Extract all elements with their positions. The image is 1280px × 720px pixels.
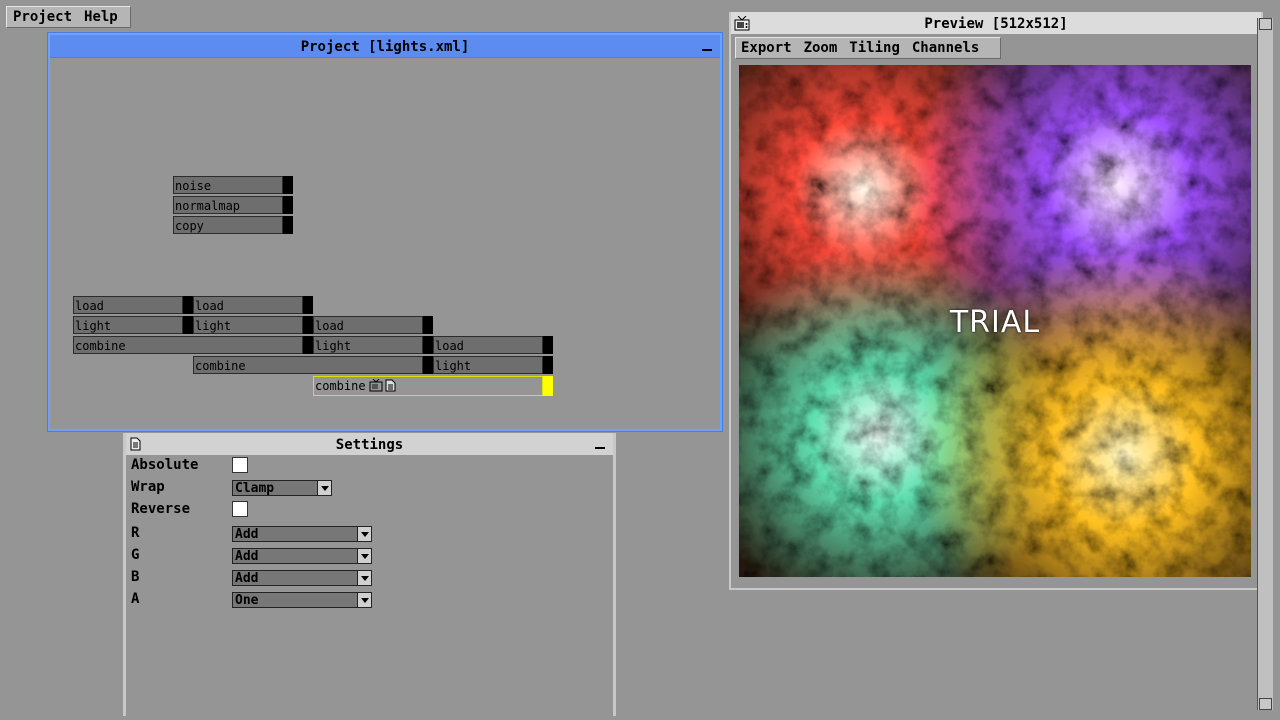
node-label: light [75, 319, 112, 333]
node-output-handle[interactable] [543, 356, 553, 374]
wrap-select[interactable]: Clamp [232, 480, 332, 496]
node-light[interactable]: light [73, 316, 183, 334]
r-select[interactable]: Add [232, 526, 372, 542]
preview-window-title: Preview [512x512] [924, 16, 1068, 32]
a-select-value: One [235, 593, 259, 608]
node-combine[interactable]: combine [73, 336, 303, 354]
reverse-checkbox[interactable] [232, 501, 248, 517]
chevron-down-icon[interactable] [357, 549, 371, 563]
node-label: normalmap [175, 199, 241, 213]
chevron-down-icon[interactable] [357, 571, 371, 585]
settings-window: Settings Absolute Wrap Clamp Reverse R A… [123, 433, 616, 716]
node-label: light [435, 359, 472, 373]
project-window-titlebar[interactable]: Project [lights.xml] [50, 35, 720, 58]
node-load[interactable]: load [313, 316, 423, 334]
main-menubar: Project Help [6, 6, 131, 28]
scroll-down-arrow[interactable] [1259, 698, 1272, 710]
menu-zoom[interactable]: Zoom [799, 40, 845, 56]
node-label: combine [315, 379, 366, 393]
chevron-down-icon[interactable] [357, 527, 371, 541]
node-output-handle[interactable] [423, 356, 433, 374]
setting-label-absolute: Absolute [131, 457, 199, 473]
settings-document-icon [130, 437, 141, 451]
wrap-select-value: Clamp [235, 481, 275, 496]
node-light[interactable]: light [433, 356, 543, 374]
node-combine-selected[interactable]: combine [313, 376, 543, 396]
setting-label-reverse: Reverse [131, 501, 191, 517]
node-label: light [315, 339, 352, 353]
node-label: combine [75, 339, 126, 353]
node-output-handle[interactable] [303, 336, 313, 354]
node-output-handle[interactable] [183, 296, 193, 314]
preview-window: Preview [512x512] Export Zoom Tiling Cha… [729, 12, 1263, 590]
node-label: copy [175, 219, 204, 233]
setting-label-g: G [131, 547, 140, 563]
node-output-handle[interactable] [183, 316, 193, 334]
node-load[interactable]: load [73, 296, 183, 314]
settings-document-icon[interactable] [385, 379, 396, 392]
minimize-icon[interactable] [595, 439, 605, 449]
a-select[interactable]: One [232, 592, 372, 608]
node-output-handle[interactable] [283, 176, 293, 194]
node-output-handle[interactable] [423, 316, 433, 334]
r-select-value: Add [235, 527, 259, 542]
preview-tv-icon[interactable] [369, 379, 383, 392]
node-output-handle[interactable] [283, 216, 293, 234]
node-combine[interactable]: combine [193, 356, 423, 374]
node-flags [369, 379, 396, 392]
node-label: light [195, 319, 232, 333]
node-label: load [435, 339, 464, 353]
menu-help[interactable]: Help [78, 9, 124, 25]
node-output-handle[interactable] [543, 336, 553, 354]
minimize-icon[interactable] [702, 41, 712, 51]
settings-window-title: Settings [335, 437, 404, 453]
g-select[interactable]: Add [232, 548, 372, 564]
scroll-up-arrow[interactable] [1259, 18, 1272, 30]
absolute-checkbox[interactable] [232, 457, 248, 473]
preview-menubar: Export Zoom Tiling Channels [735, 37, 1001, 59]
preview-window-titlebar[interactable]: Preview [512x512] [731, 12, 1261, 34]
setting-label-a: A [131, 591, 140, 607]
node-label: load [75, 299, 104, 313]
node-label: load [195, 299, 224, 313]
node-output-handle[interactable] [283, 196, 293, 214]
chevron-down-icon[interactable] [357, 593, 371, 607]
node-light[interactable]: light [193, 316, 303, 334]
trial-watermark: TRIAL [949, 305, 1041, 340]
node-label: noise [175, 179, 212, 193]
node-output-handle-selected[interactable] [543, 376, 553, 396]
setting-label-b: B [131, 569, 140, 585]
preview-image: TRIAL [739, 65, 1251, 577]
tv-icon [734, 16, 750, 31]
node-output-handle[interactable] [303, 316, 313, 334]
b-select-value: Add [235, 571, 259, 586]
menu-project[interactable]: Project [7, 9, 78, 25]
node-label: combine [195, 359, 246, 373]
node-copy[interactable]: copy [173, 216, 283, 234]
g-select-value: Add [235, 549, 259, 564]
setting-label-wrap: Wrap [131, 479, 165, 495]
b-select[interactable]: Add [232, 570, 372, 586]
node-output-handle[interactable] [303, 296, 313, 314]
project-window: Project [lights.xml] noise normalmap cop… [48, 33, 722, 431]
node-load[interactable]: load [193, 296, 303, 314]
chevron-down-icon[interactable] [317, 481, 331, 495]
node-load[interactable]: load [433, 336, 543, 354]
node-output-handle[interactable] [423, 336, 433, 354]
menu-export[interactable]: Export [736, 40, 799, 56]
node-label: load [315, 319, 344, 333]
node-noise[interactable]: noise [173, 176, 283, 194]
project-window-title: Project [lights.xml] [300, 39, 470, 55]
menu-channels[interactable]: Channels [907, 40, 986, 56]
node-normalmap[interactable]: normalmap [173, 196, 283, 214]
settings-window-titlebar[interactable]: Settings [126, 433, 613, 455]
node-light[interactable]: light [313, 336, 423, 354]
menu-tiling[interactable]: Tiling [844, 40, 907, 56]
setting-label-r: R [131, 525, 140, 541]
vertical-scrollbar[interactable] [1257, 18, 1273, 710]
